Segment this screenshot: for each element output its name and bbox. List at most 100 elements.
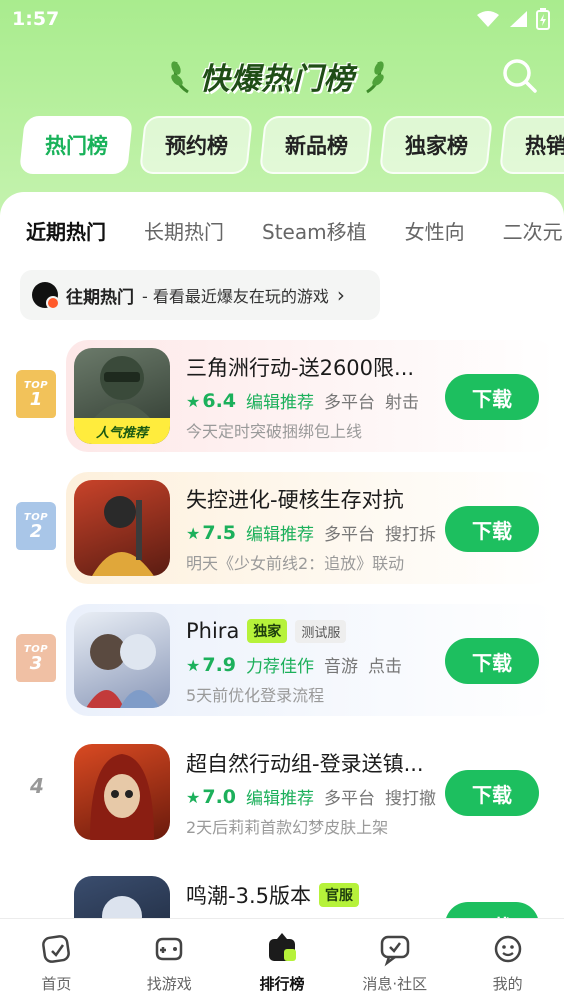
- download-button[interactable]: 下载: [445, 770, 539, 816]
- nav-label: 排行榜: [259, 975, 305, 993]
- nav-find-game[interactable]: 找游戏: [113, 919, 226, 1002]
- rank-number: 3: [29, 652, 43, 674]
- game-title: 失控进化-硬核生存对抗: [186, 488, 404, 512]
- nav-home[interactable]: 首页: [0, 919, 113, 1002]
- game-icon[interactable]: [74, 612, 170, 708]
- recommend-tag: 编辑推荐: [246, 789, 315, 809]
- tab-label: 热销榜: [524, 134, 564, 158]
- laurel-left-icon: [170, 61, 189, 94]
- genre-tag: 搜打拆: [385, 525, 437, 545]
- rank-number: 4: [30, 774, 44, 798]
- nav-ranking[interactable]: 排行榜: [226, 919, 339, 1002]
- score-value: 6.4: [202, 389, 237, 412]
- history-avatar-icon: [32, 282, 60, 310]
- genre-tag: 多平台: [324, 525, 376, 545]
- profile-icon: [494, 935, 521, 963]
- home-icon: [42, 935, 71, 963]
- rank-badge: TOP 1: [16, 370, 56, 418]
- rank-number: 1: [29, 388, 43, 410]
- nav-profile[interactable]: 我的: [451, 919, 564, 1002]
- score: ★ 6.4: [186, 390, 236, 412]
- nav-label: 找游戏: [146, 975, 192, 993]
- genre-tag: 音游: [324, 657, 359, 677]
- history-title: 往期热门: [66, 287, 134, 308]
- score: ★ 7.5: [186, 522, 236, 544]
- update-text: 5天前优化登录流程: [186, 686, 325, 705]
- subtab-longterm[interactable]: 长期热门: [144, 216, 224, 245]
- title-line: 鸣潮-3.5版本 官服: [186, 880, 359, 910]
- history-subtitle: - 看看最近爆友在玩的游戏: [142, 287, 329, 306]
- history-banner[interactable]: 往期热门 - 看看最近爆友在玩的游戏 ›: [20, 270, 380, 320]
- update-text: 今天定时突破捆绑包上线: [186, 422, 363, 441]
- genre-tag: 多平台: [324, 393, 376, 413]
- download-button[interactable]: 下载: [445, 638, 539, 684]
- genre-tag: 点击: [368, 657, 403, 677]
- anime-characters-icon: [86, 634, 160, 708]
- nav-label: 首页: [41, 975, 72, 993]
- download-button[interactable]: 下载: [445, 902, 539, 918]
- star-icon: ★: [186, 655, 201, 675]
- list-item[interactable]: TOP 2 失控进化-硬核生存对抗 ★ 7.5 编辑推荐 多平台 搜打拆 明天《少…: [0, 470, 564, 586]
- star-icon: ★: [186, 391, 201, 411]
- gamepad-icon: [155, 937, 183, 961]
- title-line: 失控进化-硬核生存对抗: [186, 484, 404, 514]
- tab-label: 新品榜: [284, 134, 348, 158]
- list-item[interactable]: TOP 3 Phira 独家 测试服 ★ 7.9 力荐佳作 音游 点击 5天前优化…: [0, 602, 564, 718]
- game-title: 超自然行动组-登录送镇...: [186, 752, 424, 776]
- status-bar: 1:57: [0, 0, 564, 38]
- update-text: 明天《少女前线2：追放》联动: [186, 554, 405, 573]
- list-item[interactable]: 4 超自然行动组-登录送镇... ★ 7.0 编辑推荐 多平台 搜打撤 2天后莉莉…: [0, 734, 564, 850]
- test-server-badge: 测试服: [295, 619, 347, 643]
- recommend-tag: 力荐佳作: [246, 657, 315, 677]
- game-icon[interactable]: [74, 744, 170, 840]
- message-icon: [380, 935, 410, 967]
- score: ★ 7.9: [186, 654, 236, 676]
- rank-badge: TOP 2: [16, 502, 56, 550]
- score-value: 7.9: [202, 653, 237, 676]
- subtab-female[interactable]: 女性向: [405, 216, 465, 245]
- subtab-recent[interactable]: 近期热门: [26, 216, 106, 245]
- meta-line: ★ 6.4 编辑推荐 多平台 射击: [186, 388, 420, 414]
- category-tabs: 热门榜 预约榜 新品榜 独家榜 热销榜: [0, 116, 564, 176]
- game-icon[interactable]: [74, 480, 170, 576]
- list-item[interactable]: TOP 1 人气推荐 三角洲行动-送2600限... ★ 6.4 编辑推荐 多平台…: [0, 338, 564, 454]
- title-line: Phira 独家 测试服: [186, 616, 347, 646]
- subtab-steam[interactable]: Steam移植: [262, 216, 367, 245]
- tab-bestseller[interactable]: 热销榜: [498, 116, 564, 174]
- game-icon[interactable]: 人气推荐: [74, 348, 170, 444]
- genre-tag: 多平台: [324, 789, 376, 809]
- star-icon: ★: [186, 787, 201, 807]
- game-title: Phira: [186, 619, 240, 643]
- game-icon[interactable]: [74, 876, 170, 918]
- tab-label: 独家榜: [404, 134, 468, 158]
- page-title: 快爆热门榜: [199, 62, 355, 97]
- tab-reserve[interactable]: 预约榜: [138, 116, 254, 174]
- title-line: 超自然行动组-登录送镇...: [186, 748, 424, 778]
- sub-tabs: 近期热门 长期热门 Steam移植 女性向 二次元: [0, 212, 564, 248]
- tab-hot[interactable]: 热门榜: [18, 116, 134, 174]
- game-title: 三角洲行动-送2600限...: [186, 356, 415, 380]
- subtab-anime[interactable]: 二次元: [503, 216, 563, 245]
- genre-tag: 射击: [385, 393, 420, 413]
- brand: 快爆热门榜: [162, 52, 392, 100]
- tab-exclusive[interactable]: 独家榜: [378, 116, 494, 174]
- meta-line: ★ 7.9 力荐佳作 音游 点击: [186, 652, 403, 678]
- tab-label: 预约榜: [164, 134, 228, 158]
- bottom-nav: 首页 找游戏 排行榜 消息·社区 我的: [0, 918, 564, 1002]
- status-icons: [476, 8, 550, 30]
- nav-label: 我的: [492, 975, 523, 993]
- tab-label: 热门榜: [44, 134, 108, 158]
- tab-new[interactable]: 新品榜: [258, 116, 374, 174]
- download-button[interactable]: 下载: [445, 374, 539, 420]
- score-value: 7.0: [202, 785, 237, 808]
- download-button[interactable]: 下载: [445, 506, 539, 552]
- rank-number: 2: [29, 520, 43, 542]
- update-text: 2天后莉莉首款幻梦皮肤上架: [186, 818, 389, 837]
- search-icon[interactable]: [500, 56, 540, 96]
- nav-messages[interactable]: 消息·社区: [338, 919, 451, 1002]
- icon-tag: 人气推荐: [74, 418, 170, 444]
- list-item[interactable]: 鸣潮-3.5版本 官服 下载: [0, 866, 564, 918]
- meta-line: ★ 7.0 编辑推荐 多平台 搜打撤: [186, 784, 436, 810]
- exclusive-badge: 独家: [247, 619, 288, 643]
- survivor-icon: [92, 496, 154, 576]
